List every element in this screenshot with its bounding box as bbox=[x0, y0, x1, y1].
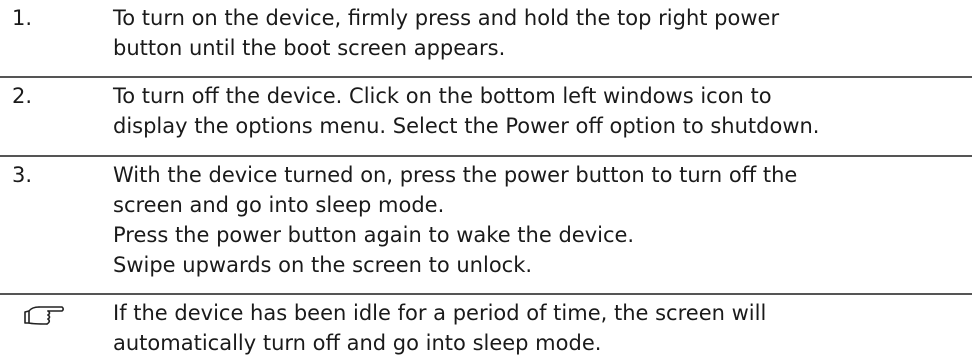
step-text-line: With the device turned on, press the pow… bbox=[113, 163, 798, 187]
step-text-line: button until the boot screen appears. bbox=[113, 36, 506, 60]
step-row-3: 3. With the device turned on, press the … bbox=[0, 160, 972, 284]
step-text-line: display the options menu. Select the Pow… bbox=[113, 114, 820, 138]
step-row-2: 2. To turn off the device. Click on the … bbox=[0, 81, 972, 145]
step-text: To turn off the device. Click on the bot… bbox=[113, 81, 963, 141]
pointing-hand-icon bbox=[24, 306, 65, 325]
step-text-line: screen and go into sleep mode. bbox=[113, 193, 445, 217]
step-text-line: To turn on the device, firmly press and … bbox=[113, 6, 780, 30]
divider bbox=[0, 76, 972, 78]
note-text-line: If the device has been idle for a period… bbox=[113, 301, 767, 325]
step-number: 2. bbox=[12, 84, 33, 108]
instruction-steps: 1. To turn on the device, firmly press a… bbox=[0, 0, 972, 362]
step-text-line: Press the power button again to wake the… bbox=[113, 223, 635, 247]
step-text: To turn on the device, firmly press and … bbox=[113, 3, 963, 63]
step-number: 1. bbox=[12, 6, 33, 30]
step-row-1: 1. To turn on the device, firmly press a… bbox=[0, 3, 972, 67]
divider bbox=[0, 155, 972, 157]
note-text-line: automatically turn off and go into sleep… bbox=[113, 331, 602, 355]
note-row: If the device has been idle for a period… bbox=[0, 298, 972, 362]
step-text-line: Swipe upwards on the screen to unlock. bbox=[113, 253, 533, 277]
step-text-line: To turn off the device. Click on the bot… bbox=[113, 84, 772, 108]
step-number: 3. bbox=[12, 163, 33, 187]
note-text: If the device has been idle for a period… bbox=[113, 298, 963, 358]
step-text: With the device turned on, press the pow… bbox=[113, 160, 963, 280]
divider bbox=[0, 293, 972, 295]
